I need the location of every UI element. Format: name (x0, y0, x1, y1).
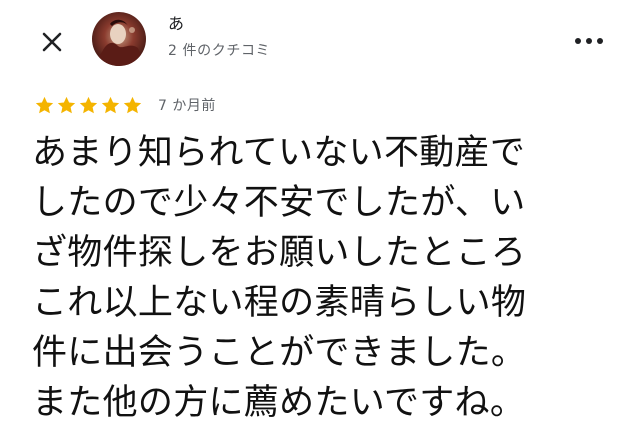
review-text-line: したので少々不安でしたが、い (32, 183, 526, 223)
review-text-line: また他の方に薦めたいですね。 (32, 383, 526, 423)
more-vert-icon (575, 38, 603, 44)
star-icon (101, 96, 120, 113)
star-icon (35, 96, 54, 113)
review-header: あ 2 件のクチコミ (0, 0, 640, 86)
close-icon (42, 32, 62, 52)
user-name[interactable]: あ (168, 14, 184, 34)
review-count: 2 件のクチコミ (168, 43, 271, 59)
review-text: あまり知られていない不動産で したので少々不安でしたが、い ざ物件探しをお願いしたと… (32, 128, 632, 428)
more-options-button[interactable] (572, 26, 606, 56)
review-date: 7 か月前 (158, 98, 216, 114)
review-text-line: あまり知られていない不動産で (32, 133, 526, 173)
avatar-image (92, 12, 146, 66)
rating-row: 7 か月前 (34, 94, 216, 116)
review-text-line: 件に出会うことができました。 (32, 333, 527, 373)
star-icon (57, 96, 76, 113)
avatar[interactable] (92, 12, 146, 66)
star-rating (34, 95, 144, 116)
star-icon (79, 96, 98, 113)
review-text-line: これ以上ない程の素晴らしい物 (32, 283, 527, 323)
review-text-line: ざ物件探しをお願いしたところ (32, 233, 527, 273)
close-button[interactable] (34, 24, 70, 60)
star-icon (123, 96, 142, 113)
